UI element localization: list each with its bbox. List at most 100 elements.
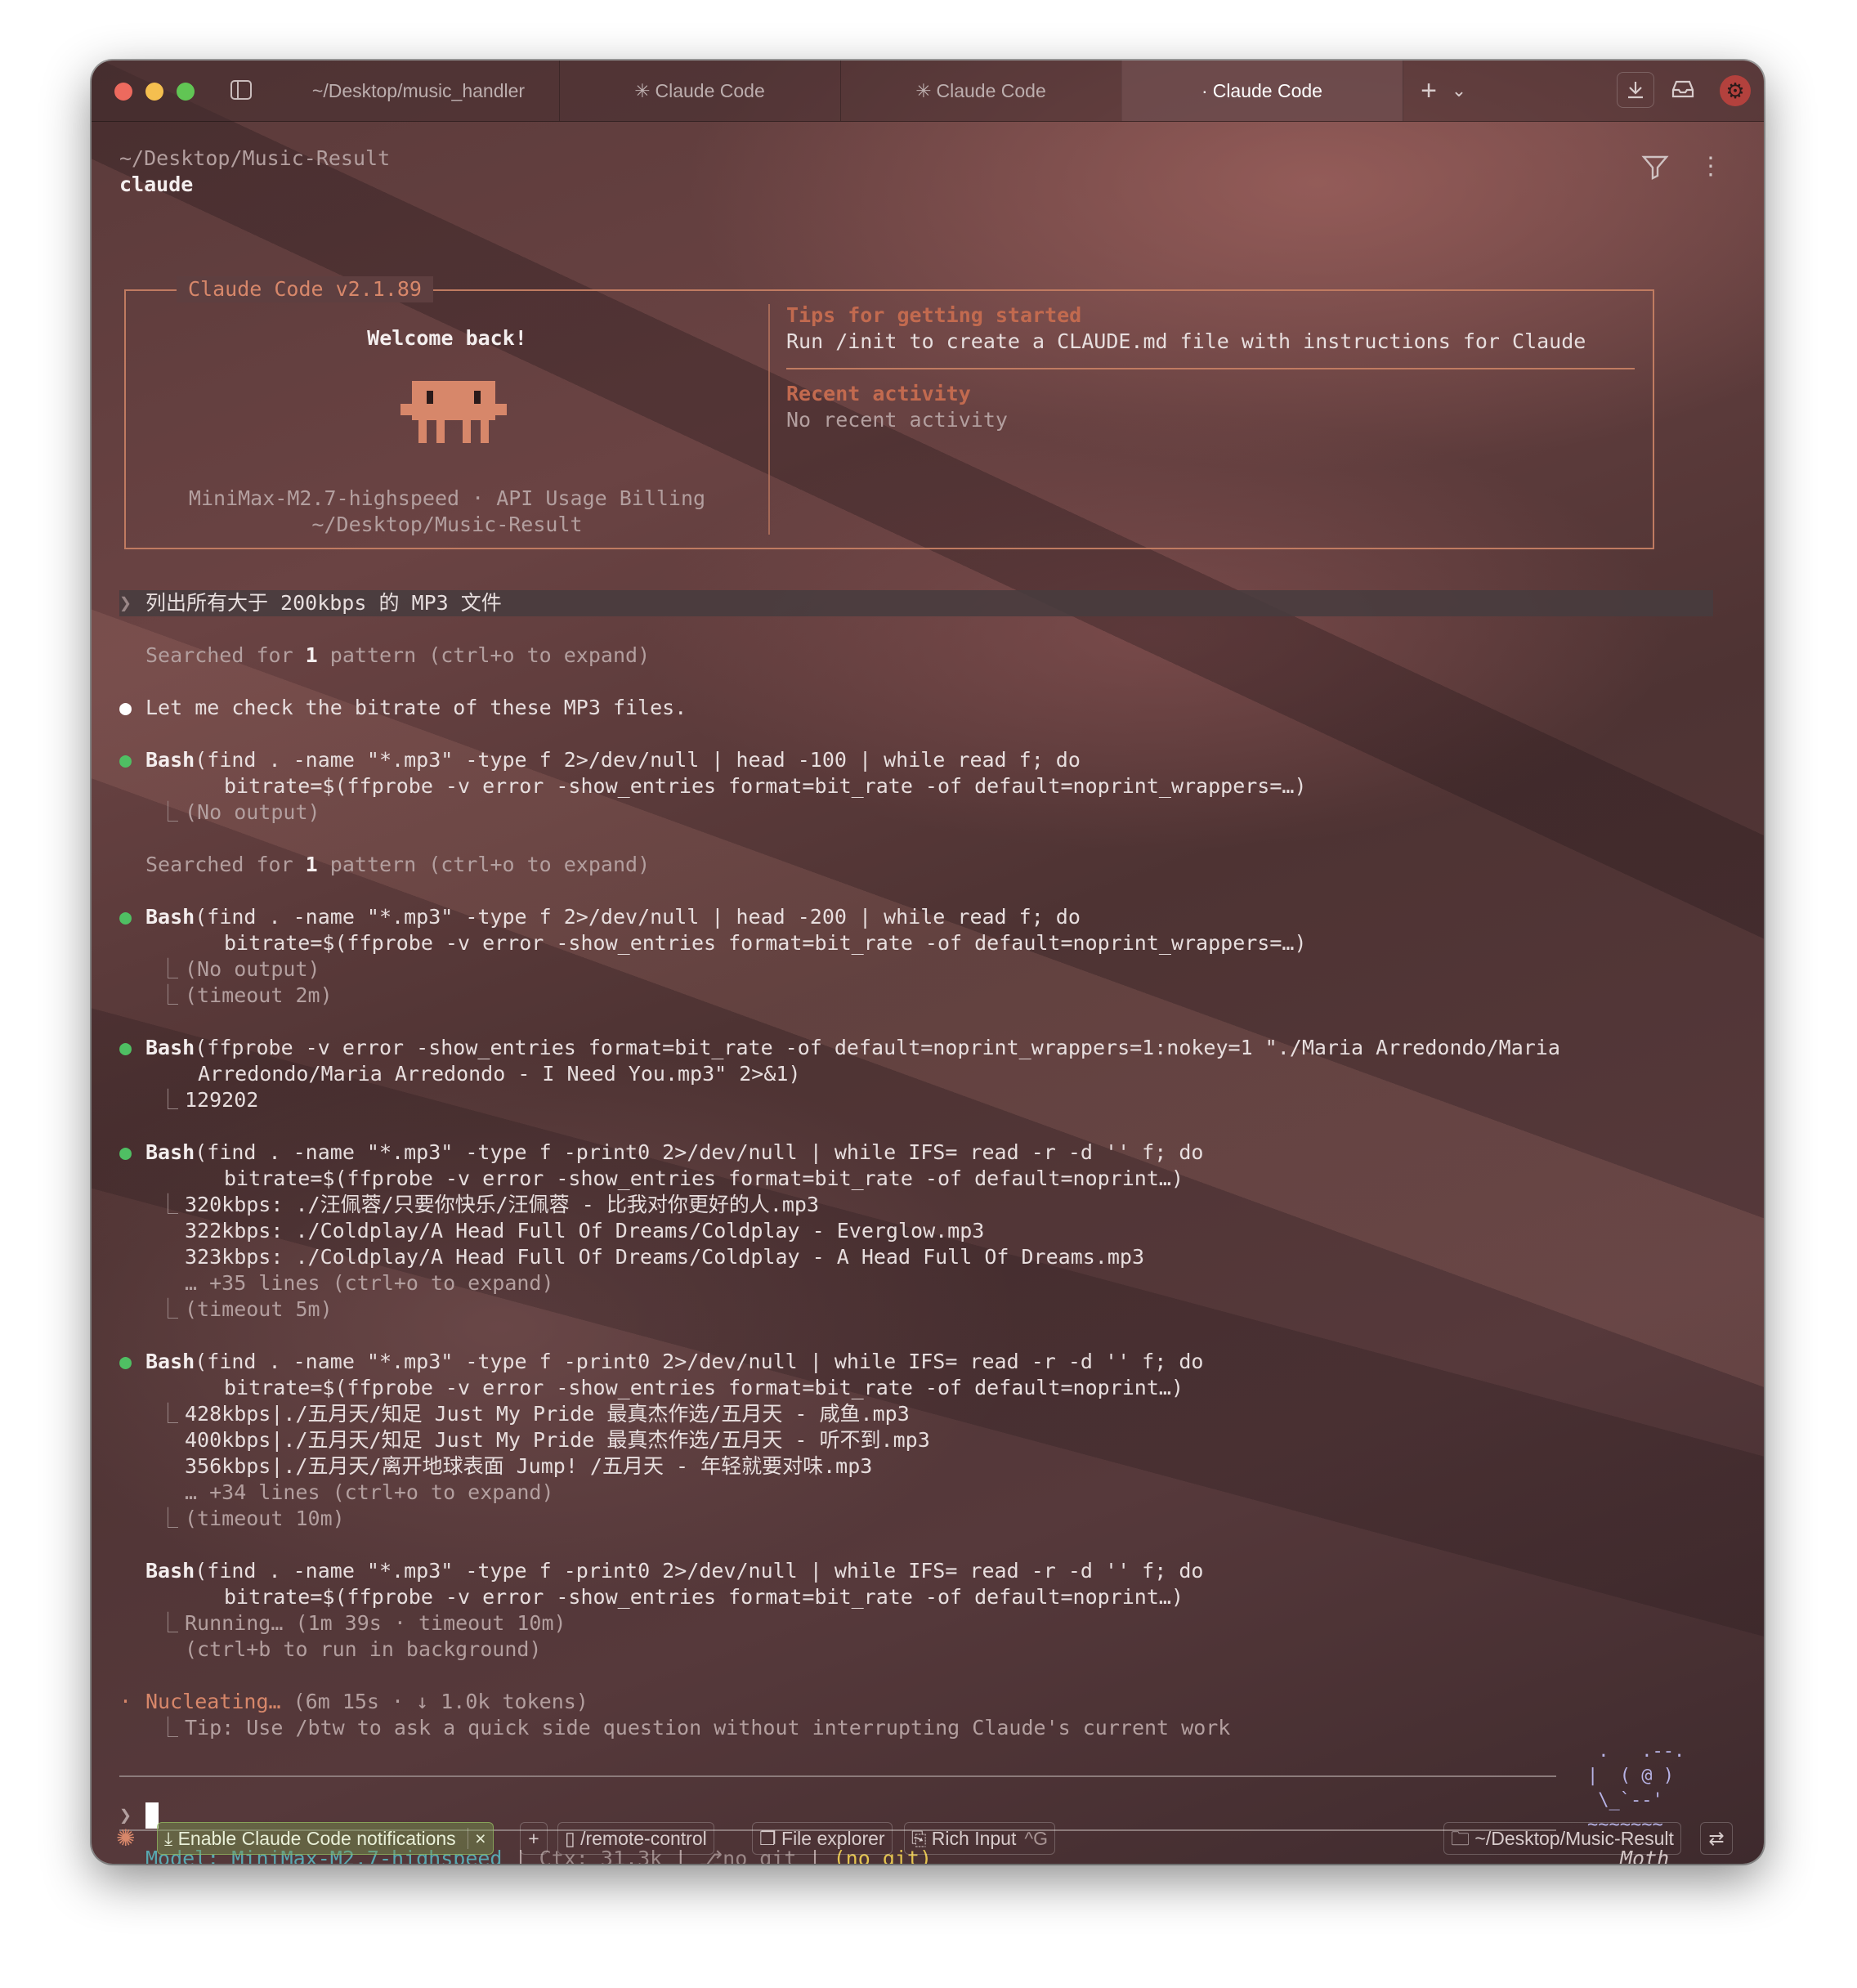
- bash-call-continuation: bitrate=$(ffprobe -v error -show_entries…: [224, 1166, 1184, 1190]
- more-options-icon[interactable]: ⋮: [1698, 152, 1723, 181]
- recent-activity-title: Recent activity: [786, 382, 971, 405]
- bash-call[interactable]: Bash(ffprobe -v error -show_entries form…: [145, 1035, 1560, 1061]
- rich-input-button[interactable]: ⎘ Rich Input ^G: [904, 1822, 1056, 1855]
- filter-icon[interactable]: [1641, 154, 1669, 186]
- bash-output-line: 400kbps|./五月天/知足 Just My Pride 最真杰作选/五月天…: [185, 1428, 930, 1452]
- tab-claude-code-2[interactable]: ✳ Claude Code: [840, 60, 1122, 121]
- file-explorer-button[interactable]: ❐ File explorer: [752, 1822, 893, 1855]
- bash-output-line: 323kbps: ./Coldplay/A Head Full Of Dream…: [185, 1245, 1144, 1269]
- assistant-message: Let me check the bitrate of these MP3 fi…: [145, 696, 687, 719]
- spinner-icon: ✳: [634, 80, 651, 101]
- claude-mascot-icon: [400, 381, 507, 443]
- bash-output-line: 356kbps|./五月天/离开地球表面 Jump! /五月天 - 年轻就要对味…: [185, 1454, 873, 1478]
- bottom-toolbar: ✺ ⤓ Enable Claude Code notifications × +…: [92, 1811, 1764, 1864]
- tips-title: Tips for getting started: [786, 303, 1082, 327]
- expand-more-lines[interactable]: … +34 lines (ctrl+o to expand): [185, 1480, 554, 1506]
- chevron-down-icon[interactable]: ⌄: [1448, 75, 1470, 106]
- search-summary[interactable]: Searched for 1 pattern (ctrl+o to expand…: [145, 852, 650, 878]
- tab-label: Claude Code: [655, 80, 765, 101]
- model-billing: MiniMax-M2.7-highspeed · API Usage Billi…: [188, 486, 706, 510]
- success-dot-icon: ●: [119, 1140, 132, 1164]
- sidebar-toggle-icon[interactable]: [230, 80, 252, 100]
- close-icon[interactable]: ×: [468, 1828, 486, 1849]
- tree-branch-icon: ⎿: [145, 1193, 179, 1216]
- welcome-greeting: Welcome back!: [367, 326, 527, 350]
- user-prompt-text: 列出所有大于 200kbps 的 MP3 文件: [145, 591, 502, 615]
- welcome-panel: Claude Code v2.1.89 Welcome back! MiniMa…: [124, 276, 1654, 549]
- swap-icon[interactable]: ⇄: [1700, 1822, 1733, 1855]
- bash-output-line: 320kbps: ./汪佩蓉/只要你快乐/汪佩蓉 - 比我对你更好的人.mp3: [185, 1193, 820, 1216]
- bash-output: (No output): [185, 957, 320, 981]
- search-summary[interactable]: Searched for 1 pattern (ctrl+o to expand…: [145, 643, 650, 669]
- activity-dot-icon: ·: [1201, 80, 1208, 101]
- bash-call-running[interactable]: Bash(find . -name "*.mp3" -type f -print…: [145, 1558, 1203, 1584]
- welcome-path: ~/Desktop/Music-Result: [311, 513, 583, 536]
- bash-timeout: (timeout 2m): [185, 983, 333, 1007]
- bash-call[interactable]: Bash(find . -name "*.mp3" -type f 2>/dev…: [145, 747, 1081, 773]
- terminal-pane[interactable]: ~/Desktop/Music-Result claude ⋮ Claude C…: [92, 121, 1764, 1864]
- success-dot-icon: ●: [119, 748, 132, 772]
- claude-spark-icon: ✺: [116, 1825, 136, 1851]
- tab-label: ~/Desktop/music_handler: [311, 80, 526, 101]
- bash-output-line: 322kbps: ./Coldplay/A Head Full Of Dream…: [185, 1219, 985, 1242]
- close-window-button[interactable]: [114, 83, 132, 101]
- spinner-icon: ✳: [915, 80, 932, 101]
- success-dot-icon: ●: [119, 905, 132, 929]
- prompt-chevron-icon: ❯: [119, 591, 132, 615]
- tab-claude-code-1[interactable]: ✳ Claude Code: [559, 60, 841, 121]
- background-hint: (ctrl+b to run in background): [185, 1637, 542, 1661]
- remote-control-button[interactable]: ▯ /remote-control: [557, 1822, 714, 1855]
- expand-more-lines[interactable]: … +35 lines (ctrl+o to expand): [185, 1270, 554, 1296]
- tree-branch-icon: ⎿: [145, 1402, 179, 1426]
- tree-branch-icon: ⎿: [145, 1716, 179, 1740]
- tree-branch-icon: ⎿: [145, 800, 179, 824]
- bash-call[interactable]: Bash(find . -name "*.mp3" -type f -print…: [145, 1140, 1203, 1166]
- tree-branch-icon: ⎿: [145, 957, 179, 981]
- rich-input-icon: ⎘: [911, 1828, 927, 1849]
- bash-timeout: (timeout 5m): [185, 1297, 333, 1321]
- bash-call-continuation: bitrate=$(ffprobe -v error -show_entries…: [224, 1376, 1184, 1399]
- bash-timeout: (timeout 10m): [185, 1507, 345, 1530]
- files-icon: ❐: [759, 1828, 776, 1849]
- folder-icon: 🗀: [1451, 1828, 1470, 1849]
- spinner-icon: ·: [119, 1690, 132, 1713]
- current-directory: ~/Desktop/Music-Result: [119, 146, 391, 170]
- enable-notifications-button[interactable]: ⤓ Enable Claude Code notifications ×: [157, 1822, 494, 1855]
- tab-music-handler[interactable]: ~/Desktop/music_handler: [278, 60, 560, 121]
- inbox-icon[interactable]: [1664, 72, 1702, 108]
- bash-call[interactable]: Bash(find . -name "*.mp3" -type f -print…: [145, 1349, 1203, 1375]
- bash-call-continuation: bitrate=$(ffprobe -v error -show_entries…: [224, 931, 1307, 955]
- tab-label: Claude Code: [936, 80, 1046, 101]
- gear-icon[interactable]: ⚙: [1720, 75, 1751, 106]
- new-tab-button[interactable]: +: [1414, 75, 1443, 106]
- phone-icon: ▯: [565, 1828, 575, 1849]
- thinking-status: Nucleating… (6m 15s · ↓ 1.0k tokens): [145, 1690, 588, 1713]
- add-button[interactable]: +: [520, 1822, 548, 1855]
- tab-claude-code-active[interactable]: · Claude Code: [1121, 60, 1403, 121]
- directory-button[interactable]: 🗀 ~/Desktop/Music-Result: [1443, 1822, 1681, 1855]
- tips-text: Run /init to create a CLAUDE.md file wit…: [786, 329, 1586, 353]
- bash-call-continuation: bitrate=$(ffprobe -v error -show_entries…: [224, 1585, 1184, 1609]
- split-pane-icon[interactable]: [1617, 72, 1654, 108]
- bash-call-continuation: bitrate=$(ffprobe -v error -show_entries…: [224, 774, 1307, 798]
- bash-output: (No output): [185, 800, 320, 824]
- tab-label: Claude Code: [1212, 80, 1322, 101]
- tree-branch-icon: ⎿: [145, 1611, 179, 1635]
- tree-branch-icon: ⎿: [145, 1507, 179, 1530]
- bash-output-line: 428kbps|./五月天/知足 Just My Pride 最真杰作选/五月天…: [185, 1402, 910, 1426]
- bash-call[interactable]: Bash(find . -name "*.mp3" -type f 2>/dev…: [145, 904, 1081, 930]
- tree-branch-icon: ⎿: [145, 1088, 179, 1112]
- tree-branch-icon: ⎿: [145, 1297, 179, 1321]
- message-bullet-icon: ●: [119, 696, 132, 719]
- bash-call-continuation: Arredondo/Maria Arredondo - I Need You.m…: [198, 1062, 801, 1086]
- zoom-window-button[interactable]: [177, 83, 195, 101]
- tip-text: Tip: Use /btw to ask a quick side questi…: [185, 1716, 1231, 1740]
- welcome-panel-title: Claude Code v2.1.89: [177, 276, 433, 302]
- running-status: Running… (1m 39s · timeout 10m): [185, 1611, 566, 1635]
- minimize-window-button[interactable]: [145, 83, 163, 101]
- success-dot-icon: ●: [119, 1350, 132, 1373]
- download-icon: ⤓: [164, 1828, 173, 1849]
- command-line: claude: [119, 172, 194, 196]
- success-dot-icon: ●: [119, 1036, 132, 1059]
- input-top-divider: [119, 1775, 1556, 1777]
